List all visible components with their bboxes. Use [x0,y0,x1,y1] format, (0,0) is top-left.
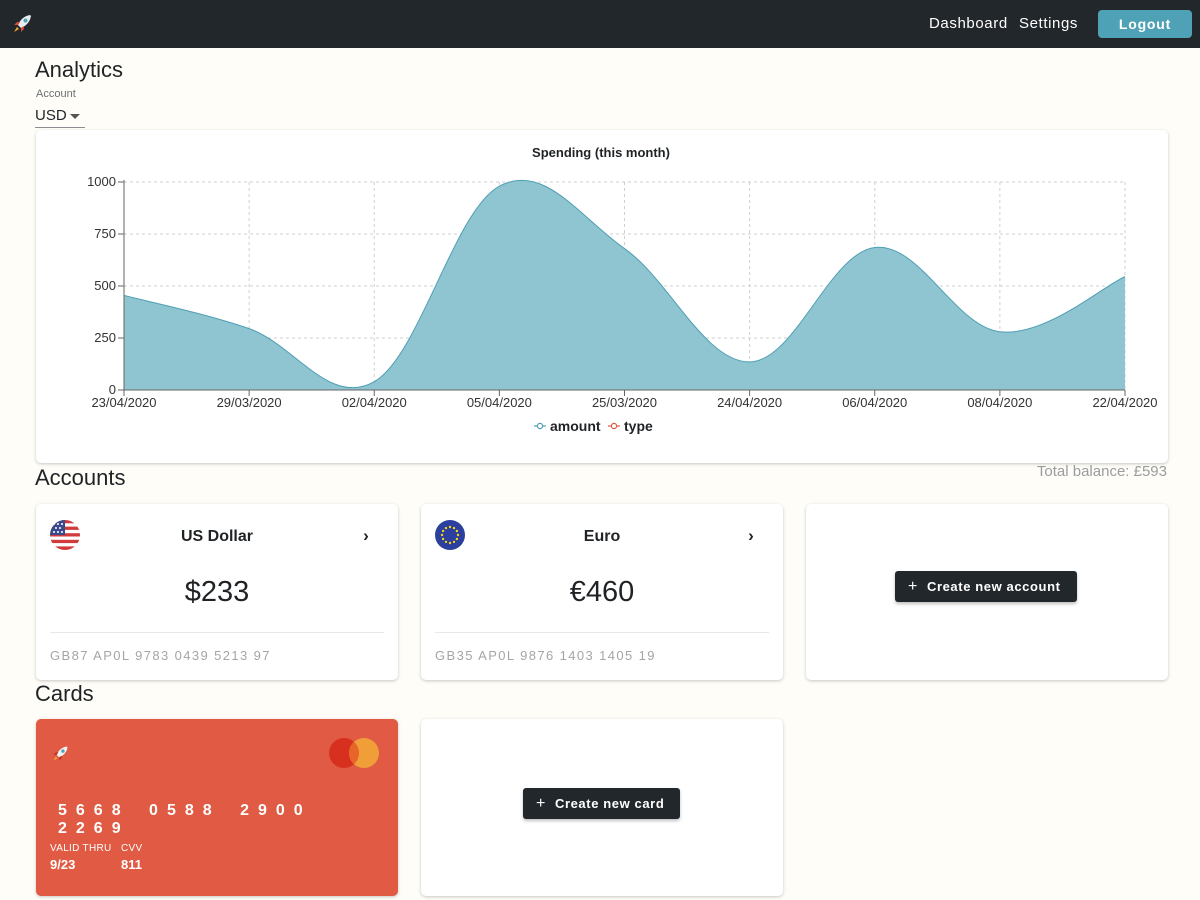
y-tick-label: 1000 [87,174,116,189]
analytics-title: Analytics [35,57,124,82]
valid-thru-label: VALID THRU [50,843,112,854]
x-tick-label: 08/04/2020 [967,395,1032,410]
y-tick-label: 750 [94,226,116,241]
account-card-usd[interactable]: US Dollar › $233 GB87 AP0L 9783 0439 521… [36,504,398,680]
account-name: US Dollar [180,528,253,545]
credit-card[interactable]: 5668 0588 2900 2269 VALID THRU 9/23 CVV … [36,719,398,896]
create-card-label: Create new card [554,796,665,811]
x-tick-label: 22/04/2020 [1092,395,1157,410]
x-tick-label: 24/04/2020 [717,395,782,410]
rocket-icon[interactable] [10,12,34,36]
legend-label: type [624,418,653,434]
x-tick-label: 06/04/2020 [842,395,907,410]
plus-icon: + [536,795,546,812]
accounts-title: Accounts [35,465,126,490]
y-tick-label: 500 [94,278,116,293]
chart-legend: amount type [534,418,653,434]
x-tick-label: 25/03/2020 [592,395,657,410]
x-tick-label: 05/04/2020 [467,395,532,410]
divider [50,632,384,633]
logout-button[interactable]: Logout [1098,10,1192,38]
cvv-value: 811 [121,857,142,872]
account-select-value: USD [35,107,67,124]
account-balance: €460 [569,576,635,608]
create-account-label: Create new account [926,579,1061,594]
x-tick-label: 02/04/2020 [342,395,407,410]
chevron-right-icon[interactable]: › [356,526,376,546]
create-account-card: + Create new account [806,504,1168,680]
account-select[interactable]: USD [35,106,85,128]
card-number: 5668 0588 2900 2269 [58,802,312,837]
account-card-eur[interactable]: Euro › €460 GB35 AP0L 9876 1403 1405 19 [421,504,783,680]
rocket-icon [53,746,68,761]
total-balance: Total balance: £593 [1036,463,1167,480]
chart-title: Spending (this month) [532,145,670,160]
create-account-button[interactable]: + Create new account [895,571,1077,602]
top-navbar: Dashboard Settings Logout [0,0,1200,48]
cards-title: Cards [35,681,94,706]
legend-marker [536,422,544,430]
legend-label: amount [550,418,601,434]
x-tick-label: 29/03/2020 [217,395,282,410]
y-tick-label: 250 [94,330,116,345]
spending-chart: Spending (this month) 0250500750100023/0… [87,145,1157,434]
account-balance: $233 [184,576,250,608]
mastercard-icon [329,738,379,768]
x-tick-label: 23/04/2020 [91,395,156,410]
nav-dashboard-link[interactable]: Dashboard [929,15,1008,32]
chevron-right-icon[interactable]: › [741,526,761,546]
account-iban: GB35 AP0L 9876 1403 1405 19 [435,648,656,663]
create-card-card: + Create new card [421,719,783,896]
cvv-label: CVV [121,843,143,854]
account-select-label: Account [36,88,76,100]
caret-down-icon [70,114,80,119]
divider [435,632,769,633]
account-name: Euro [583,528,621,545]
valid-thru-value: 9/23 [50,857,76,872]
plus-icon: + [908,578,918,595]
account-iban: GB87 AP0L 9783 0439 5213 97 [50,648,271,663]
create-card-button[interactable]: + Create new card [523,788,680,819]
legend-marker [610,422,618,430]
nav-settings-link[interactable]: Settings [1019,15,1078,32]
amount-area [124,180,1125,390]
spending-chart-card: Spending (this month) 0 250 500 750 1000 23/0… [36,130,1168,463]
